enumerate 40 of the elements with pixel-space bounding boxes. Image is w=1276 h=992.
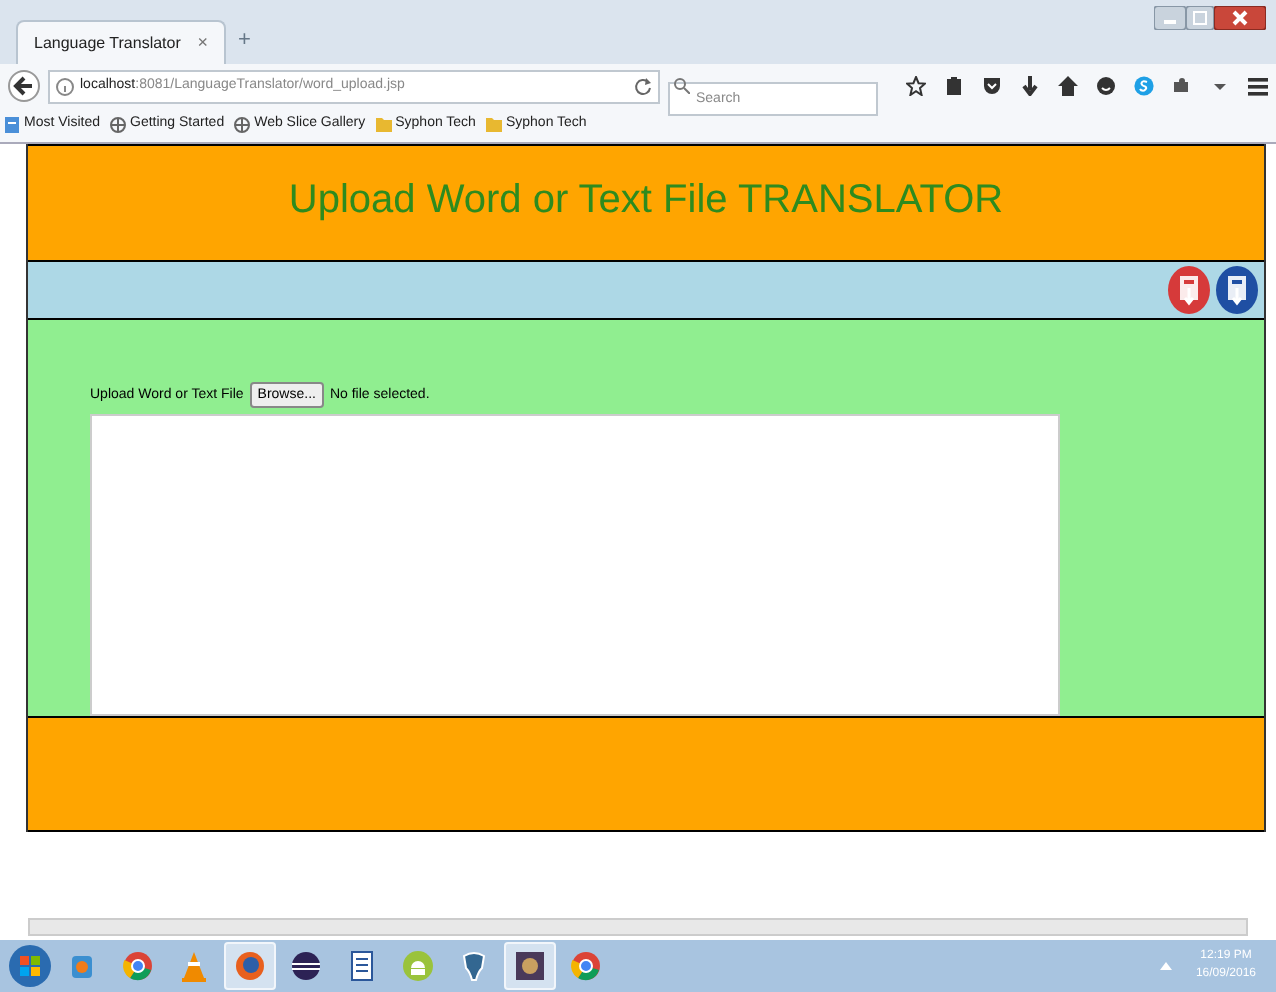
traffic-cone-icon [178, 950, 210, 982]
globe-icon [234, 116, 251, 134]
close-button[interactable] [1214, 6, 1266, 30]
eclipse-icon [290, 950, 322, 982]
page-title: Upload Word or Text File TRANSLATOR [288, 175, 1004, 225]
search-icon [674, 78, 690, 94]
browser-tab[interactable]: Language Translator × [16, 20, 226, 64]
horizontal-scrollbar[interactable] [28, 918, 1248, 936]
save-icon[interactable] [1168, 266, 1210, 314]
puzzle-icon[interactable] [1172, 76, 1192, 96]
maximize-button[interactable] [1186, 6, 1214, 30]
start-button[interactable] [8, 944, 52, 988]
folder-icon [485, 116, 502, 134]
globe-icon [110, 116, 126, 134]
firefox-icon [234, 950, 266, 982]
menu-icon[interactable] [1248, 76, 1268, 96]
star-icon[interactable] [906, 76, 926, 96]
pocket-icon[interactable] [982, 76, 1002, 96]
chrome-icon [122, 950, 154, 982]
tab-title: Language Translator [34, 31, 181, 55]
elephant-icon [458, 950, 490, 982]
new-tab-button[interactable]: + [238, 23, 251, 56]
download-icon[interactable] [1020, 76, 1040, 96]
info-icon [56, 77, 74, 95]
media-player-icon [66, 950, 98, 982]
chrome-icon [570, 950, 602, 982]
taskbar-button[interactable] [504, 942, 556, 990]
skype-icon[interactable] [1134, 76, 1154, 96]
document-icon [346, 950, 378, 982]
minimize-button[interactable] [1154, 6, 1186, 30]
clipboard-icon[interactable] [944, 76, 964, 96]
android-icon [402, 950, 434, 982]
home-icon[interactable] [1058, 76, 1078, 96]
save-icon[interactable] [1216, 266, 1258, 314]
tab-close-button[interactable]: × [197, 29, 208, 57]
folder-icon [375, 116, 392, 134]
back-button[interactable] [8, 70, 40, 102]
app-icon [514, 950, 546, 982]
reload-icon[interactable] [634, 77, 652, 95]
smiley-icon[interactable] [1096, 76, 1116, 96]
